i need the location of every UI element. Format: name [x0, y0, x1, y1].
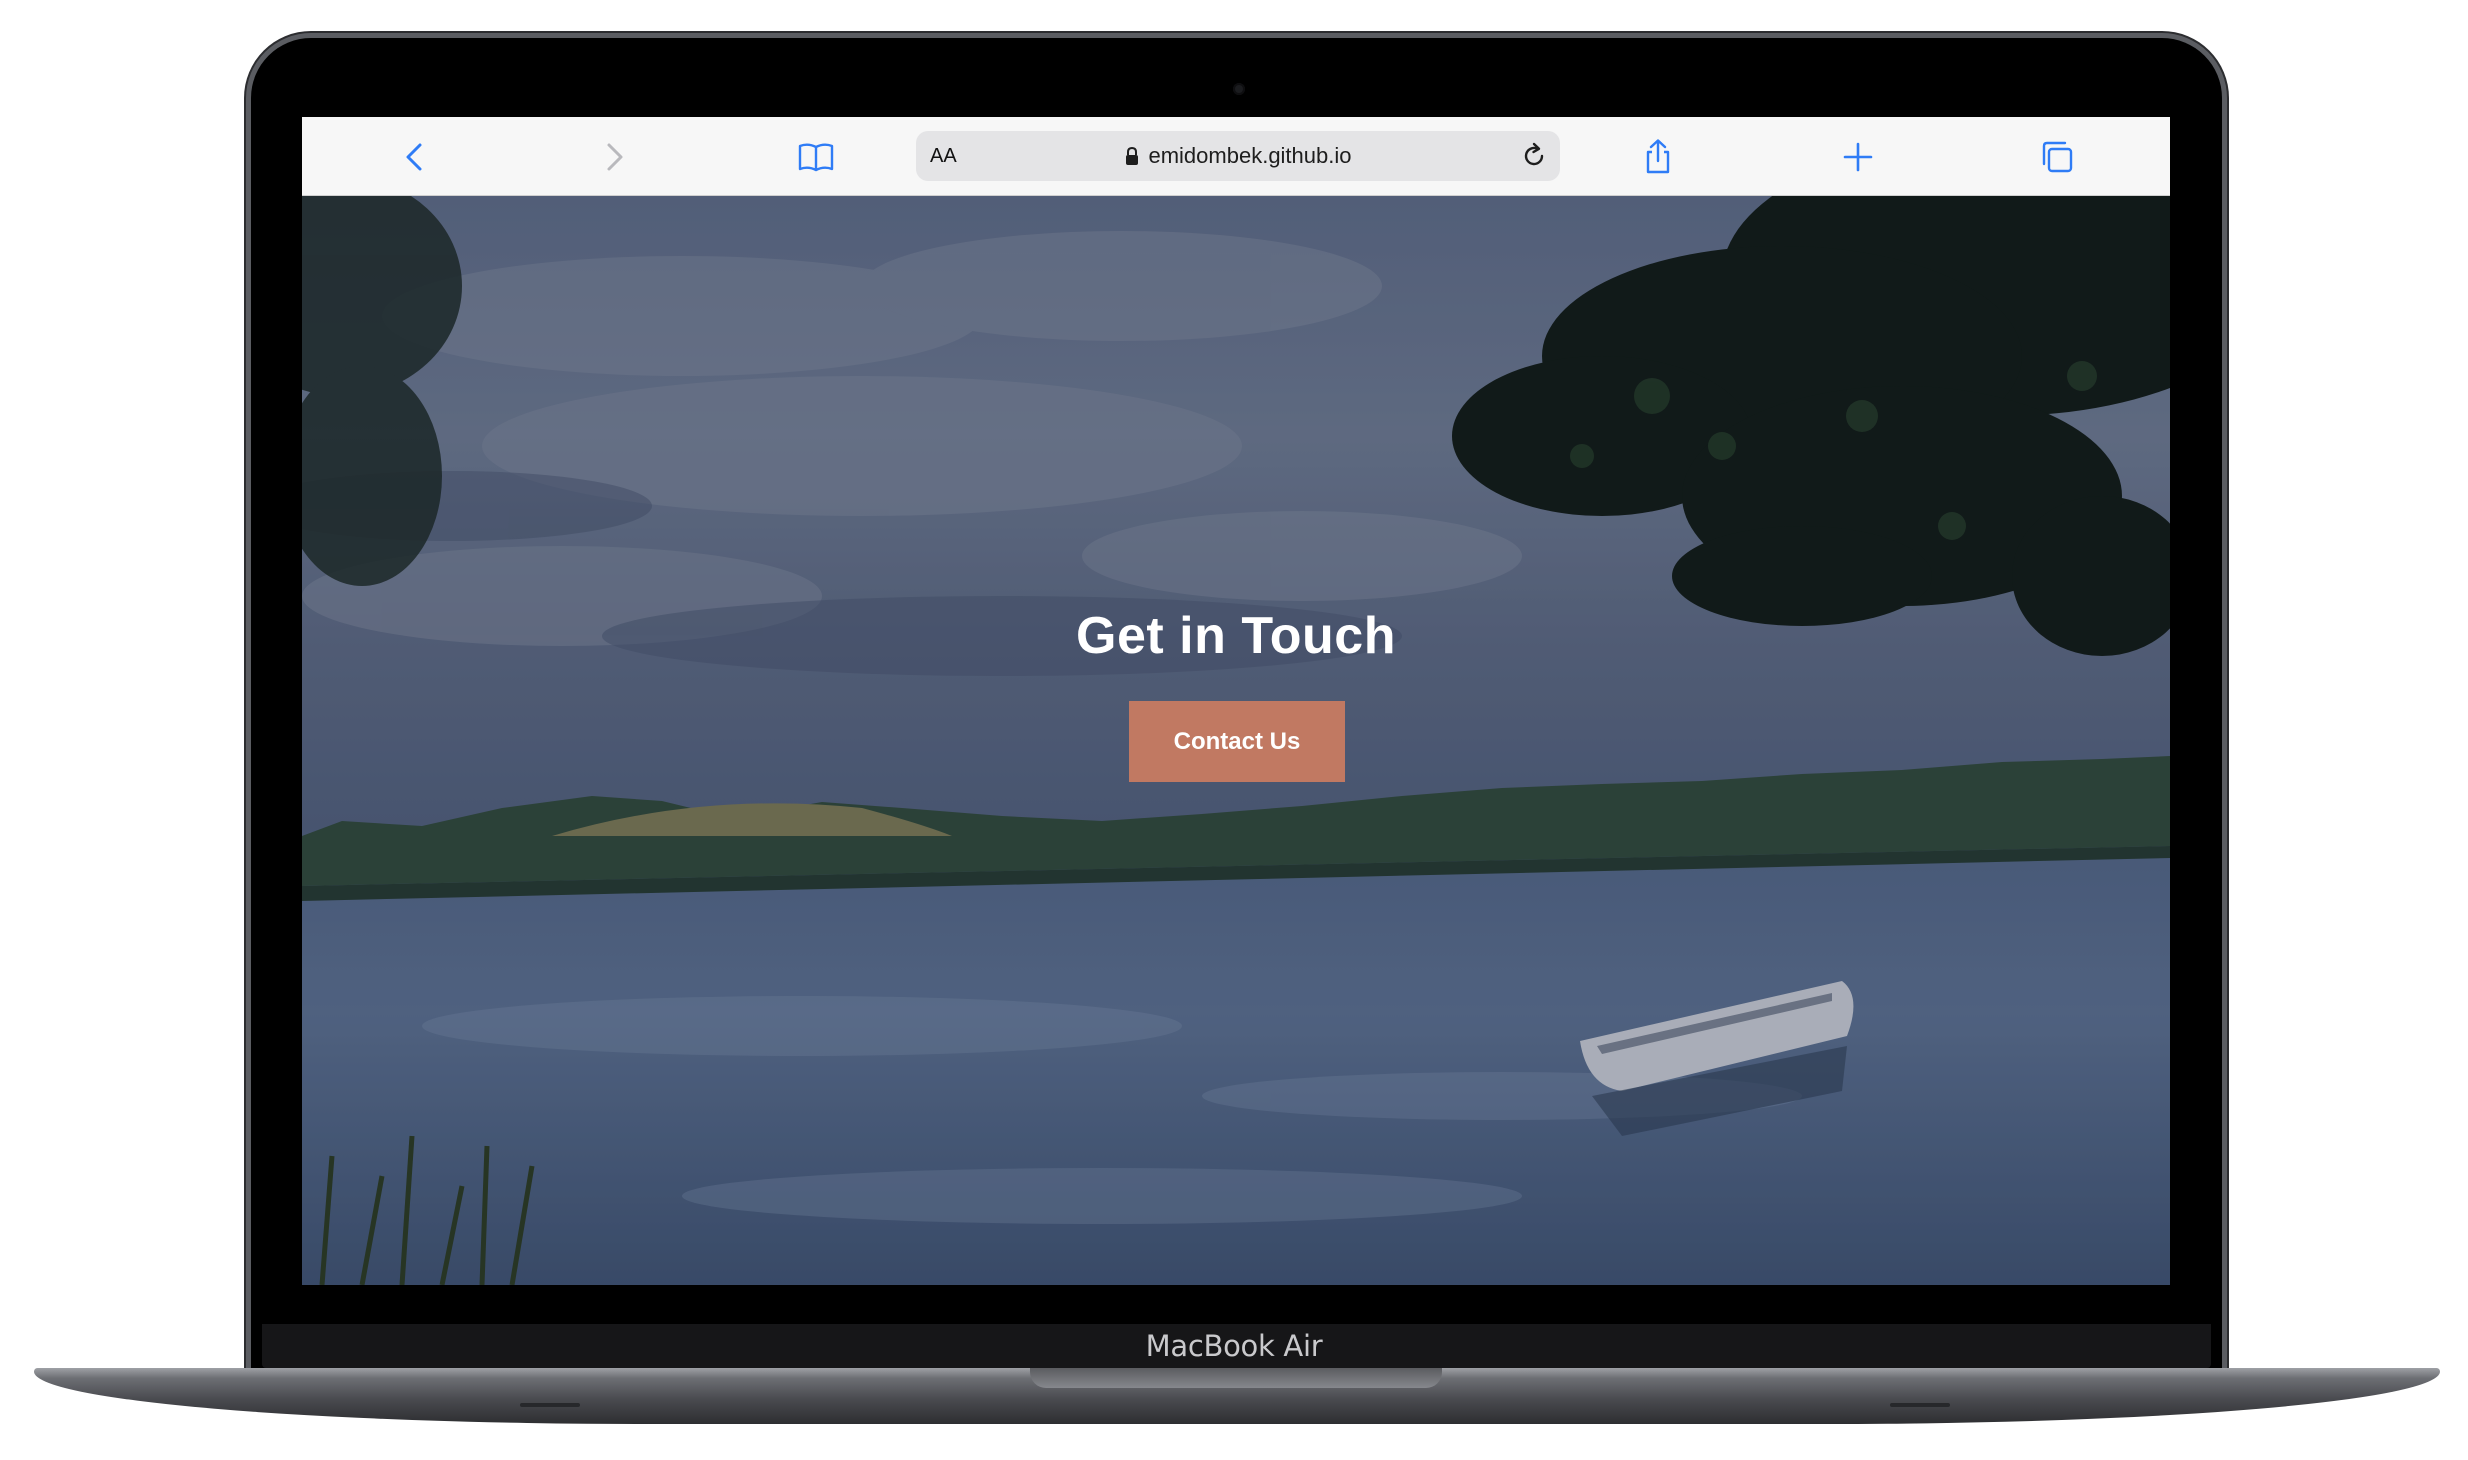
lid-notch: [1030, 1368, 1442, 1388]
lock-icon: [1126, 146, 1139, 165]
device-label: MacBook Air: [1145, 1329, 1323, 1363]
laptop-foot: [520, 1403, 580, 1407]
url-display[interactable]: emidombek.github.io: [916, 131, 1560, 181]
new-tab-button[interactable]: [1838, 137, 1878, 177]
browser-toolbar: AA emidombek.github.io: [302, 117, 2170, 196]
reload-icon[interactable]: [1518, 140, 1550, 172]
hero-section: Get in Touch Contact Us: [302, 196, 2170, 1285]
plus-icon: [1843, 142, 1873, 172]
share-icon: [1646, 139, 1670, 174]
laptop-foot: [1890, 1403, 1950, 1407]
chevron-left-icon: [406, 143, 422, 171]
camera-icon: [1233, 83, 1245, 95]
url-text: emidombek.github.io: [1148, 143, 1352, 168]
forward-button[interactable]: [593, 137, 633, 177]
bookmarks-button[interactable]: [796, 137, 836, 177]
address-bar[interactable]: AA emidombek.github.io: [916, 131, 1560, 181]
contact-us-button[interactable]: Contact Us: [1129, 701, 1345, 782]
hero-title: Get in Touch: [1076, 607, 1396, 665]
tabs-overview-button[interactable]: [2037, 137, 2077, 177]
tabs-icon: [2042, 141, 2073, 173]
share-button[interactable]: [1638, 137, 1678, 177]
browser-window: AA emidombek.github.io Get in Touch Cont…: [302, 117, 2170, 1285]
back-button[interactable]: [396, 137, 436, 177]
chevron-right-icon: [607, 143, 623, 171]
book-icon: [798, 143, 834, 172]
